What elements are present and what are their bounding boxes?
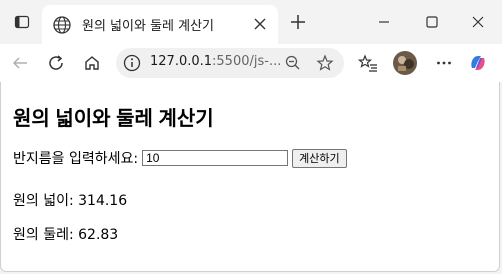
tab-actions-icon[interactable] — [8, 8, 36, 36]
url-text: 127.0.0.1:5500/js-... — [150, 54, 281, 69]
back-icon[interactable] — [8, 51, 32, 75]
profile-avatar[interactable] — [392, 50, 418, 76]
maximize-icon[interactable] — [420, 10, 444, 34]
address-bar[interactable]: 127.0.0.1:5500/js-... — [116, 48, 344, 78]
url-rest: :5500/js-... — [212, 54, 282, 69]
copilot-icon[interactable] — [466, 51, 490, 75]
circumference-result: 원의 둘레: 62.83 — [13, 227, 119, 243]
page-content: 원의 넓이와 둘레 계산기 반지름을 입력하세요: 계산하기 원의 넓이: 31… — [0, 82, 500, 272]
zoom-out-icon[interactable] — [284, 54, 302, 72]
calculate-button[interactable]: 계산하기 — [292, 148, 347, 168]
site-info-icon[interactable] — [122, 53, 142, 73]
area-result: 원의 넓이: 314.16 — [13, 193, 128, 209]
url-host: 127.0.0.1 — [150, 54, 213, 69]
page-heading: 원의 넓이와 둘레 계산기 — [13, 108, 214, 130]
minimize-icon[interactable] — [372, 10, 396, 34]
reload-icon[interactable] — [44, 51, 68, 75]
more-options-icon[interactable] — [432, 51, 456, 75]
favorite-star-icon[interactable] — [316, 54, 334, 72]
globe-icon — [52, 15, 72, 35]
favorites-list-icon[interactable] — [356, 51, 380, 75]
radius-label: 반지름을 입력하세요: — [13, 151, 139, 167]
new-tab-icon[interactable] — [288, 12, 308, 32]
home-icon[interactable] — [80, 51, 104, 75]
close-tab-icon[interactable] — [252, 16, 268, 32]
browser-toolbar: 127.0.0.1:5500/js-... — [0, 44, 502, 82]
title-bar: 원의 넓이와 둘레 계산기 — [0, 0, 502, 44]
browser-tab[interactable]: 원의 넓이와 둘레 계산기 — [42, 5, 278, 44]
radius-input[interactable] — [142, 150, 289, 166]
tab-title: 원의 넓이와 둘레 계산기 — [82, 19, 214, 34]
radius-input-row: 반지름을 입력하세요: 계산하기 — [13, 148, 347, 168]
close-window-icon[interactable] — [466, 10, 490, 34]
